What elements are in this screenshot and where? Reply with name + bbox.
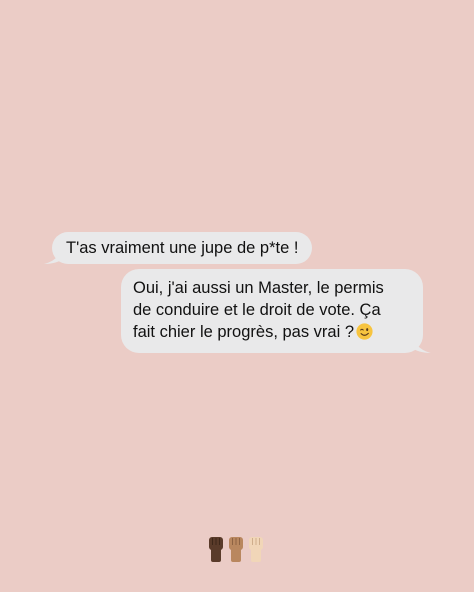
incoming-message-bubble: T'as vraiment une jupe de p*te ! xyxy=(44,232,313,264)
outgoing-message-line-3-text: fait chier le progrès, pas vrai ? xyxy=(133,323,355,341)
bubble-tail-left xyxy=(44,248,64,264)
raised-fist-medium-icon xyxy=(229,537,243,562)
bubble-tail-right xyxy=(411,337,431,353)
raised-fist-light-icon xyxy=(249,537,263,562)
outgoing-message-bubble: Oui, j'ai aussi un Master, le permis de … xyxy=(121,269,431,353)
raised-fist-dark-icon xyxy=(209,537,223,562)
winking-face-emoji-icon xyxy=(356,323,373,340)
outgoing-message-line-1: Oui, j'ai aussi un Master, le permis xyxy=(133,279,384,297)
outgoing-message-line-3: fait chier le progrès, pas vrai ? xyxy=(133,321,411,343)
incoming-message-text: T'as vraiment une jupe de p*te ! xyxy=(66,239,299,257)
outgoing-message-line-2: de conduire et le droit de vote. Ça xyxy=(133,301,381,319)
raised-fists-emoji-group xyxy=(207,535,267,563)
